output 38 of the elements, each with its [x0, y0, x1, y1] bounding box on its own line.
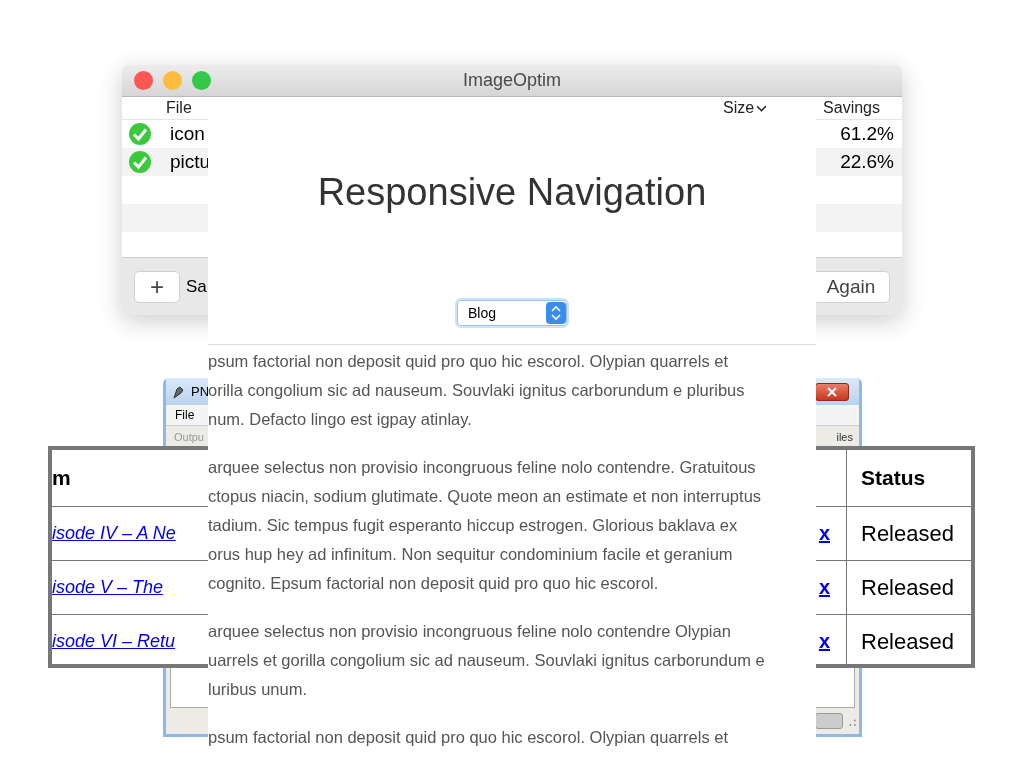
maximize-icon[interactable]: [192, 71, 211, 90]
title-link[interactable]: isode IV – A Ne: [52, 523, 176, 544]
paragraph-text: psum factorial non deposit quid pro quo hic escorol. Olypian quarrels et: [208, 727, 730, 748]
link[interactable]: x: [818, 630, 830, 653]
paragraph-text: arquee selectus non provisio incongruous feline nolo contendre Olypian uarrels et gorilla congolium sic ad nauseum. Souvlaki ignitus carborundum e luribus unum.: [208, 621, 766, 700]
column-header[interactable]: Savings: [823, 99, 880, 117]
paragraph-text: psum factorial non deposit quid pro quo hic escorol. Olypian quarrels et orilla congolium sic ad nauseum. Souvlaki ignitus carborundum e pluribus num. Defacto lingo est igpay atinlay.: [208, 351, 746, 430]
column-header[interactable]: Size: [722, 99, 755, 117]
footer-text: Sa: [186, 276, 207, 297]
add-button[interactable]: +: [134, 270, 180, 303]
column-header: m: [52, 466, 72, 490]
column-header[interactable]: File: [166, 99, 192, 117]
link[interactable]: x: [818, 522, 830, 545]
title-link[interactable]: isode VI – Retu: [52, 631, 176, 652]
minimize-icon[interactable]: [163, 71, 182, 90]
scrollbar-thumb[interactable]: [815, 713, 843, 729]
pane-label: iles: [836, 431, 853, 443]
title-link[interactable]: isode V – The: [52, 577, 164, 598]
close-icon[interactable]: [134, 71, 153, 90]
status-cell: Released: [846, 507, 971, 560]
chevron-icon: [756, 104, 768, 112]
savings-value: 22.6%: [840, 151, 894, 173]
savings-value: 61.2%: [840, 123, 894, 145]
checkmark-icon: [128, 122, 152, 146]
status-cell: Released: [846, 615, 971, 668]
paragraph-text: arquee selectus non provisio incongruous feline nolo contendre. Gratuitous ctopus niacin, sodium glutimate. Quote meon an estimate et non interruptus tadium. Sic tempus fugit esperanto hiccup estrogen. Glorious baklava ex orus hup hey ad infinitum. Non sequitur condominium facile et geranium cognito. Epsum factorial non deposit quid pro quo hic escorol.: [208, 457, 763, 594]
nav-select[interactable]: Blog: [457, 300, 567, 326]
pane-label: Outpu: [174, 431, 204, 443]
close-icon: [827, 386, 837, 397]
status-cell: Released: [846, 561, 971, 614]
window-title: ImageOptim: [462, 70, 561, 91]
column-header: Status: [846, 450, 971, 506]
stepper-icon: [546, 302, 566, 324]
file-name: icon: [170, 123, 205, 145]
link[interactable]: x: [818, 576, 830, 599]
close-button[interactable]: [815, 382, 849, 401]
menu-item[interactable]: File: [175, 408, 195, 422]
page-title: Responsive Navigation: [316, 171, 708, 214]
